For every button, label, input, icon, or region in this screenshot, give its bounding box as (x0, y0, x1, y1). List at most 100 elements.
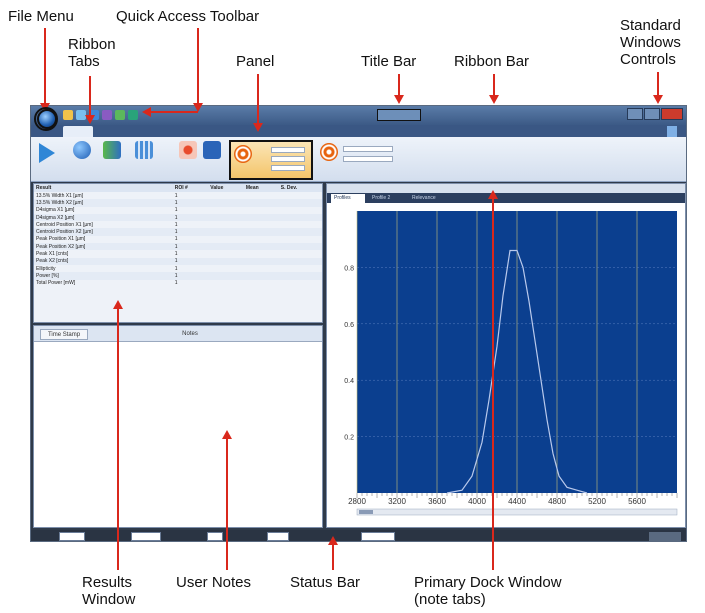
tab-computations[interactable] (271, 126, 315, 137)
notes-toolbar: Time Stamp Notes (34, 326, 322, 342)
status-field-1 (59, 532, 85, 541)
table-cell (208, 236, 244, 243)
save-icon[interactable] (63, 110, 73, 120)
y-tick-label: 0.4 (344, 378, 354, 385)
tab-all[interactable] (453, 126, 469, 137)
target-icon[interactable] (234, 145, 252, 163)
tab-viewer-options[interactable] (327, 126, 367, 137)
undo-icon[interactable] (76, 110, 86, 120)
callout-quick-access-toolbar: Quick Access Toolbar (116, 8, 260, 25)
tab-home[interactable] (63, 126, 93, 137)
callout-primary-dock-window: Primary Dock Window (note tabs) (414, 574, 562, 608)
table-row[interactable]: Peak X2 [cnts] 1 (34, 257, 322, 265)
start-rate-button[interactable] (103, 141, 121, 159)
tab-pointing[interactable] (183, 126, 211, 137)
file-menu-button[interactable] (37, 109, 57, 129)
table-row[interactable]: Power [%] 1 (34, 272, 322, 280)
dock-tab-relevance[interactable]: Relevance (409, 194, 447, 203)
dock-tab-profiles[interactable]: Profiles (331, 194, 365, 203)
window-title (377, 109, 421, 121)
sampling-resolution-button[interactable] (135, 141, 153, 159)
panel-highlight (229, 140, 313, 180)
title-bar (31, 106, 686, 125)
results-column-header[interactable]: ROI # (172, 184, 209, 192)
spin-field-5[interactable] (343, 156, 393, 162)
style-menu[interactable] (643, 126, 661, 137)
callout-panel: Panel (236, 53, 275, 70)
table-cell: 1 (174, 221, 178, 228)
close-button[interactable] (661, 108, 683, 120)
auto-find-button[interactable] (179, 141, 197, 159)
chart-scrollbar-thumb (359, 510, 373, 514)
results-header-row: Result ROI # Value Mean S. Dev. (34, 184, 322, 192)
results-column-header[interactable]: Mean (243, 184, 279, 192)
results-column-header[interactable]: Value (208, 184, 244, 192)
spin-field-4[interactable] (343, 146, 393, 152)
table-cell (278, 228, 322, 236)
table-cell (243, 228, 279, 236)
callout-ribbon-bar: Ribbon Bar (454, 53, 530, 70)
distribution-button[interactable] (73, 141, 91, 159)
user-notes-window: Time Stamp Notes (33, 325, 323, 528)
table-row[interactable]: Total Power [mW] 1 (34, 280, 322, 287)
table-cell: Centroid Position X2 [µm] (34, 228, 173, 236)
print-icon[interactable] (128, 110, 138, 120)
table-row[interactable]: 13.5% Width X1 [µm] 1 (34, 192, 322, 199)
notes-header: Notes (182, 331, 198, 337)
table-row[interactable]: Ellipticity 1 (34, 265, 322, 272)
table-row[interactable]: Peak X1 [cnts] 1 (34, 250, 322, 257)
table-cell (244, 192, 279, 199)
tab-logging[interactable] (415, 126, 443, 137)
results-column-header[interactable]: S. Dev. (278, 184, 322, 192)
tab-profiles[interactable] (103, 126, 127, 137)
tab-tools[interactable] (227, 126, 255, 137)
callout-file-menu: File Menu (8, 8, 74, 25)
dock-tab-profile-2[interactable]: Profile 2 (369, 194, 405, 203)
start-play-icon[interactable] (39, 143, 55, 163)
note-line-2[interactable] (34, 348, 322, 354)
x-tick-label: 4000 (468, 497, 486, 506)
table-cell: 1 (174, 192, 178, 199)
callout-ribbon-tabs: Ribbon Tabs (68, 36, 116, 70)
chart-scrollbar (356, 508, 678, 516)
table-cell (278, 272, 322, 280)
table-cell (208, 221, 244, 228)
time-stamp-button[interactable]: Time Stamp (40, 329, 88, 340)
table-row[interactable]: Peak Position X2 [µm] 1 (34, 243, 322, 251)
x-tick-label: 5200 (588, 497, 606, 506)
table-cell (243, 243, 279, 251)
set-bkg-button[interactable] (203, 141, 221, 159)
spin-field-1[interactable] (271, 147, 305, 153)
snapshot-icon[interactable] (102, 110, 112, 120)
table-cell (278, 243, 322, 251)
minimize-button[interactable] (627, 108, 643, 120)
y-tick-label: 0.2 (344, 435, 354, 442)
tab-3d[interactable] (143, 126, 167, 137)
table-cell: 1 (174, 280, 178, 287)
export-icon[interactable] (115, 110, 125, 120)
table-row[interactable]: Peak Position X1 [µm] 1 (34, 236, 322, 243)
table-row[interactable]: Centroid Position X1 [µm] 1 (34, 221, 322, 228)
help-icon[interactable] (667, 126, 677, 137)
spin-field-3[interactable] (271, 165, 305, 171)
status-field-2 (131, 532, 161, 541)
tab-charts[interactable] (379, 126, 403, 137)
spin-field-2[interactable] (271, 156, 305, 162)
maximize-button[interactable] (644, 108, 660, 120)
callout-status-bar: Status Bar (290, 574, 361, 591)
target-icon-2[interactable] (320, 143, 338, 161)
table-row[interactable]: D4sigma X1 [µm] 1 (34, 207, 322, 214)
table-row[interactable]: 13.5% Width X2 [µm] 1 (34, 199, 322, 207)
table-cell: 13.5% Width X2 [µm] (34, 199, 173, 207)
arrow-windows-controls-head (653, 95, 663, 104)
x-tick-label: 5600 (628, 497, 646, 506)
table-cell: 1 (172, 257, 209, 265)
table-row[interactable]: D4sigma X2 [µm] 1 (34, 213, 322, 222)
table-cell: 1 (174, 265, 178, 272)
table-cell (208, 265, 244, 272)
results-column-header[interactable]: Result (34, 184, 173, 192)
table-row[interactable]: Centroid Position X2 [µm] 1 (34, 228, 322, 236)
redo-icon[interactable] (89, 110, 99, 120)
table-cell (208, 207, 244, 214)
table-cell (244, 280, 279, 287)
